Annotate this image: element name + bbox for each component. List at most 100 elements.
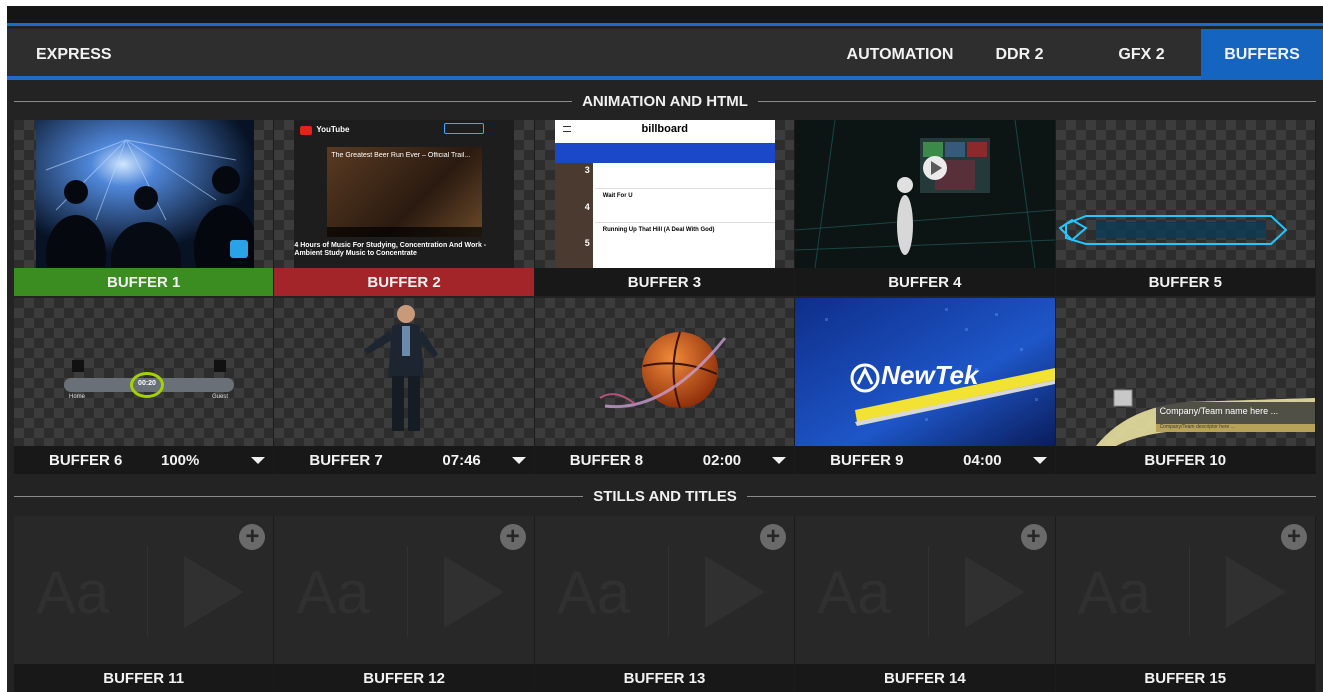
section-divider bbox=[757, 100, 1316, 102]
chevron-down-icon[interactable] bbox=[772, 457, 787, 464]
buffer-13-tile[interactable]: Aa + BUFFER 13 bbox=[534, 516, 796, 692]
buffer-row-3: Aa + BUFFER 11 Aa + BUFFER 12 Aa + BUFFE… bbox=[14, 516, 1316, 692]
chevron-down-icon[interactable] bbox=[1032, 457, 1047, 464]
buffer-5-label: BUFFER 5 bbox=[1055, 268, 1315, 296]
youtube-player-controls bbox=[327, 227, 483, 237]
lower-third-graphic bbox=[1095, 389, 1315, 446]
scoreboard-clock: 00:20 bbox=[138, 380, 156, 387]
buffer-14-label: BUFFER 14 bbox=[795, 664, 1055, 692]
empty-still-placeholder: Aa + bbox=[1055, 516, 1315, 664]
divider bbox=[667, 546, 669, 636]
youtube-video-title: The Greatest Beer Run Ever – Official Tr… bbox=[331, 152, 471, 159]
buffer-9-label-bar: BUFFER 9 04:00 bbox=[795, 446, 1055, 474]
chevron-down-icon[interactable] bbox=[511, 457, 526, 464]
newtek-logo-text: NewTek bbox=[881, 360, 979, 390]
divider bbox=[594, 188, 775, 189]
buffer-11-tile[interactable]: Aa + BUFFER 11 bbox=[14, 516, 275, 692]
billboard-page-image: billboard 3 4 5 Wait For U Running Up Th… bbox=[554, 120, 775, 268]
buffer-11-label: BUFFER 11 bbox=[14, 664, 274, 692]
buffer-4-label: BUFFER 4 bbox=[795, 268, 1055, 296]
empty-still-placeholder: Aa + bbox=[14, 516, 274, 664]
buffer-7-value: 07:46 bbox=[442, 451, 481, 469]
scoreboard-home: Home bbox=[69, 394, 86, 400]
youtube-brand-text: YouTube bbox=[316, 125, 350, 134]
section-divider bbox=[14, 100, 573, 102]
buffer-8-label: BUFFER 8 bbox=[569, 451, 644, 469]
billboard-song: Running Up That Hill (A Deal With God) bbox=[602, 227, 715, 233]
buffer-2-tile[interactable]: YouTube The Greatest Beer Run Ever – Off… bbox=[274, 120, 535, 296]
tab-gfx2[interactable]: GFX 2 bbox=[1099, 29, 1184, 80]
tab-automation[interactable]: AUTOMATION bbox=[835, 29, 965, 80]
text-placeholder-icon: Aa bbox=[1077, 559, 1151, 626]
empty-still-placeholder: Aa + bbox=[274, 516, 534, 664]
billboard-artwork-column bbox=[554, 163, 593, 268]
buffer-5-tile[interactable]: BUFFER 5 bbox=[1055, 120, 1316, 296]
buffer-10-thumbnail: Company/Team name here ... Company/Team … bbox=[1055, 298, 1315, 446]
text-placeholder-icon: Aa bbox=[36, 559, 110, 626]
team-logo-icon bbox=[214, 360, 226, 372]
section-header-stills: STILLS AND TITLES bbox=[14, 484, 1317, 508]
buffer-13-label: BUFFER 13 bbox=[534, 664, 795, 692]
youtube-video-frame: The Greatest Beer Run Ever – Official Tr… bbox=[327, 147, 483, 237]
buffer-8-label-bar: BUFFER 8 02:00 bbox=[534, 446, 795, 474]
divider bbox=[147, 546, 148, 636]
billboard-brand: billboard bbox=[641, 123, 688, 135]
add-icon[interactable]: + bbox=[1020, 524, 1047, 550]
tab-buffers[interactable]: BUFFERS bbox=[1201, 29, 1323, 80]
buffer-3-tile[interactable]: billboard 3 4 5 Wait For U Running Up Th… bbox=[534, 120, 796, 296]
billboard-rank: 5 bbox=[584, 238, 590, 248]
play-icon bbox=[965, 556, 1026, 628]
buffer-12-tile[interactable]: Aa + BUFFER 12 bbox=[274, 516, 535, 692]
chevron-down-icon[interactable] bbox=[251, 457, 266, 464]
play-icon bbox=[1225, 556, 1286, 628]
glow-bar-graphic bbox=[1057, 215, 1288, 245]
youtube-logo-icon bbox=[300, 126, 313, 135]
buffer-8-value: 02:00 bbox=[702, 451, 742, 469]
buffer-12-label: BUFFER 12 bbox=[274, 664, 534, 692]
lower-third-sub: Company/Team descriptor here ... bbox=[1159, 424, 1235, 430]
buffer-1-tile[interactable]: BUFFER 1 bbox=[14, 120, 275, 296]
play-icon bbox=[184, 556, 244, 628]
buffer-6-thumbnail: 00:20 Home Guest bbox=[14, 298, 274, 446]
buffer-9-label: BUFFER 9 bbox=[830, 451, 904, 469]
section-title: STILLS AND TITLES bbox=[593, 487, 737, 505]
buffer-7-tile[interactable]: BUFFER 7 07:46 bbox=[274, 298, 535, 474]
tab-ddr2[interactable]: DDR 2 bbox=[982, 29, 1057, 80]
virtual-set-image bbox=[795, 120, 1055, 268]
youtube-page-image: YouTube The Greatest Beer Run Ever – Off… bbox=[294, 120, 515, 268]
buffer-15-tile[interactable]: Aa + BUFFER 15 bbox=[1055, 516, 1316, 692]
buffer-4-thumbnail bbox=[795, 120, 1055, 268]
buffer-10-label: BUFFER 10 bbox=[1055, 446, 1315, 474]
buffer-8-thumbnail bbox=[534, 298, 795, 446]
buffer-9-tile[interactable]: NewTek BUFFER 9 04:00 bbox=[795, 298, 1056, 474]
lower-third-name: Company/Team name here ... bbox=[1159, 406, 1279, 416]
divider bbox=[1188, 546, 1190, 636]
add-icon[interactable]: + bbox=[499, 524, 526, 550]
buffer-14-tile[interactable]: Aa + BUFFER 14 bbox=[795, 516, 1056, 692]
empty-still-placeholder: Aa + bbox=[534, 516, 795, 664]
buffer-6-value: 100% bbox=[161, 451, 200, 469]
buffer-3-label: BUFFER 3 bbox=[534, 268, 795, 296]
buffer-8-tile[interactable]: BUFFER 8 02:00 bbox=[534, 298, 796, 474]
basketball-graphic bbox=[599, 331, 726, 409]
buffer-row-2: 00:20 Home Guest BUFFER 6 100% BUFFER 7 … bbox=[14, 298, 1316, 474]
buffer-6-label: BUFFER 6 bbox=[49, 451, 123, 469]
buffer-6-tile[interactable]: 00:20 Home Guest BUFFER 6 100% bbox=[14, 298, 275, 474]
buffer-1-label: BUFFER 1 bbox=[14, 268, 274, 296]
divider bbox=[594, 222, 775, 223]
concert-image bbox=[36, 120, 254, 268]
text-placeholder-icon: Aa bbox=[296, 559, 370, 626]
add-icon[interactable]: + bbox=[1280, 524, 1307, 550]
youtube-caption: 4 Hours of Music For Studying, Concentra… bbox=[294, 242, 487, 257]
add-icon[interactable]: + bbox=[239, 524, 266, 550]
add-icon[interactable]: + bbox=[760, 524, 787, 550]
buffer-10-tile[interactable]: Company/Team name here ... Company/Team … bbox=[1055, 298, 1316, 474]
empty-still-placeholder: Aa + bbox=[795, 516, 1055, 664]
buffer-9-value: 04:00 bbox=[963, 451, 1002, 469]
scoreboard-guest: Guest bbox=[212, 394, 229, 400]
tab-bar: EXPRESS AUTOMATION DDR 2 GFX 2 BUFFERS bbox=[7, 29, 1323, 80]
tab-express[interactable]: EXPRESS bbox=[7, 29, 127, 80]
buffer-4-tile[interactable]: BUFFER 4 bbox=[795, 120, 1056, 296]
buffer-15-label: BUFFER 15 bbox=[1055, 664, 1315, 692]
buffer-3-thumbnail: billboard 3 4 5 Wait For U Running Up Th… bbox=[534, 120, 795, 268]
